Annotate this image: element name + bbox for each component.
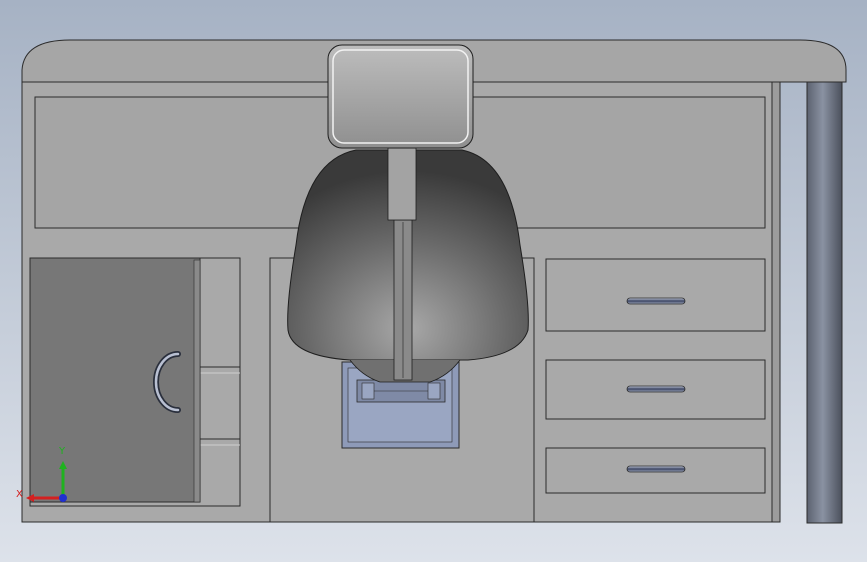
drawer-handle[interactable]	[626, 297, 686, 305]
y-axis-label: Y	[58, 446, 66, 457]
cabinet-side-strip	[771, 81, 781, 523]
seat-headrest[interactable]	[327, 44, 474, 149]
drawer-handle[interactable]	[626, 385, 686, 393]
support-pillar[interactable]	[806, 81, 843, 524]
headrest-post	[387, 145, 417, 221]
z-axis-dot	[59, 494, 67, 502]
cad-viewport[interactable]: X Y	[0, 0, 867, 562]
x-axis-label: X	[16, 489, 23, 500]
drawer-stack[interactable]	[545, 258, 766, 494]
drawer-bottom[interactable]	[545, 447, 766, 494]
drawer-middle[interactable]	[545, 359, 766, 420]
drawer-handle[interactable]	[626, 465, 686, 473]
model-canvas[interactable]: X Y	[0, 0, 867, 562]
drawer-top[interactable]	[545, 258, 766, 332]
cabinet-door[interactable]	[29, 257, 201, 503]
